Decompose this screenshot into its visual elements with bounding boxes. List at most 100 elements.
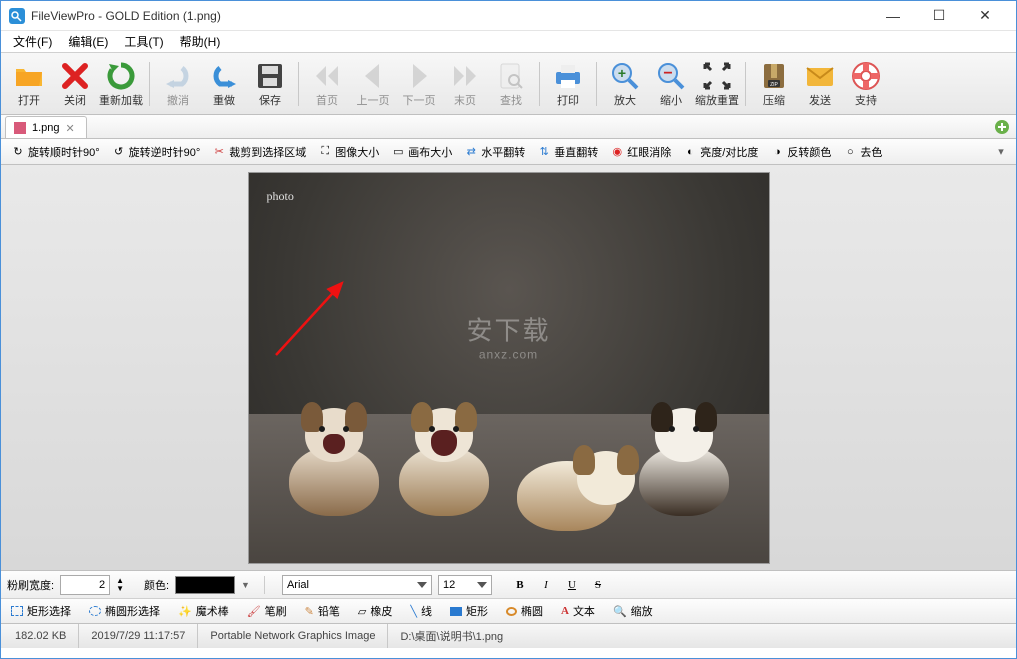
invert-icon: ◑ <box>770 145 784 159</box>
bold-button[interactable]: B <box>510 575 530 595</box>
ellipse-tool[interactable]: 椭圆 <box>502 601 547 621</box>
image-file-icon <box>14 122 26 134</box>
invert-label: 反转颜色 <box>787 144 831 160</box>
zoom-out-button[interactable]: − 缩小 <box>649 56 693 112</box>
rect-tool[interactable]: 矩形 <box>446 601 492 621</box>
open-label: 打开 <box>18 92 40 108</box>
color-picker[interactable] <box>175 576 235 594</box>
ellipse-icon <box>506 607 517 616</box>
file-tab[interactable]: 1.png ✕ <box>5 116 87 138</box>
first-page-button: 首页 <box>305 56 349 112</box>
close-file-button[interactable]: 关闭 <box>53 56 97 112</box>
zoom-tool[interactable]: 🔍 缩放 <box>609 601 657 621</box>
rotate-cw-button[interactable]: ↻旋转顺时针90° <box>7 142 104 162</box>
close-button[interactable]: ✕ <box>962 1 1008 31</box>
wand-tool[interactable]: ✨魔术棒 <box>174 601 233 621</box>
add-tab-button[interactable] <box>994 119 1010 135</box>
crop-button[interactable]: ✂裁剪到选择区域 <box>208 142 310 162</box>
support-button[interactable]: 支持 <box>844 56 888 112</box>
svg-text:ZIP: ZIP <box>770 82 778 88</box>
compress-button[interactable]: ZIP 压缩 <box>752 56 796 112</box>
prev-label: 上一页 <box>357 92 390 108</box>
menu-file[interactable]: 文件(F) <box>5 31 60 52</box>
separator <box>596 62 597 106</box>
flip-v-button[interactable]: ⇅垂直翻转 <box>533 142 602 162</box>
rotate-cw-label: 旋转顺时针90° <box>28 144 100 160</box>
desaturate-button[interactable]: ○去色 <box>839 142 886 162</box>
ellipse-label: 椭圆 <box>521 603 543 619</box>
zoom-in-button[interactable]: + 放大 <box>603 56 647 112</box>
line-tool[interactable]: ╲线 <box>406 601 436 621</box>
redeye-button[interactable]: ◉红眼消除 <box>606 142 675 162</box>
menu-edit[interactable]: 编辑(E) <box>60 31 116 52</box>
zoom-label: 缩放 <box>631 603 653 619</box>
brushwidth-input[interactable] <box>60 575 110 595</box>
flip-h-button[interactable]: ⇄水平翻转 <box>460 142 529 162</box>
open-button[interactable]: 打开 <box>7 56 51 112</box>
brush-tool[interactable]: 🖌笔刷 <box>243 601 291 621</box>
toolbar-overflow-button[interactable]: ▾ <box>992 145 1010 158</box>
rect-select-tool[interactable]: 矩形选择 <box>7 601 75 621</box>
send-button[interactable]: 发送 <box>798 56 842 112</box>
redo-label: 重做 <box>213 92 235 108</box>
tab-close-icon[interactable]: ✕ <box>66 122 78 134</box>
line-label: 线 <box>421 603 432 619</box>
watermark-main: 安下载 <box>466 316 550 346</box>
image-toolbar: ↻旋转顺时针90° ↺旋转逆时针90° ✂裁剪到选择区域 ⛶图像大小 ▭画布大小… <box>1 139 1016 165</box>
strike-button[interactable]: S <box>588 575 608 595</box>
invert-button[interactable]: ◑反转颜色 <box>766 142 835 162</box>
titlebar: FileViewPro - GOLD Edition (1.png) — ☐ ✕ <box>1 1 1016 31</box>
zoom-reset-button[interactable]: 缩放重置 <box>695 56 739 112</box>
lifebuoy-icon <box>850 60 882 92</box>
redo-button[interactable]: 重做 <box>202 56 246 112</box>
zoomout-label: 缩小 <box>660 92 682 108</box>
save-button[interactable]: 保存 <box>248 56 292 112</box>
flip-v-icon: ⇅ <box>537 145 551 159</box>
canvas-size-button[interactable]: ▭画布大小 <box>387 142 456 162</box>
separator <box>149 62 150 106</box>
brightness-label: 亮度/对比度 <box>700 144 758 160</box>
next-icon <box>403 60 435 92</box>
folder-open-icon <box>13 60 45 92</box>
rect-select-label: 矩形选择 <box>27 603 71 619</box>
find-button: 查找 <box>489 56 533 112</box>
status-filesize: 182.02 KB <box>11 624 79 648</box>
redeye-label: 红眼消除 <box>627 144 671 160</box>
fontsize-select[interactable]: 12 <box>438 575 492 595</box>
find-label: 查找 <box>500 92 522 108</box>
menu-help[interactable]: 帮助(H) <box>172 31 229 52</box>
underline-button[interactable]: U <box>562 575 582 595</box>
brightness-button[interactable]: ◐亮度/对比度 <box>679 142 762 162</box>
print-button[interactable]: 打印 <box>546 56 590 112</box>
rotate-ccw-button[interactable]: ↺旋转逆时针90° <box>108 142 205 162</box>
eraser-tool[interactable]: ▱橡皮 <box>354 601 396 621</box>
zoom-icon: 🔍 <box>613 605 627 618</box>
brushwidth-stepper[interactable]: ▲▼ <box>116 577 124 593</box>
canvas-area[interactable]: photo 安下载 anxz.com <box>1 165 1016 570</box>
italic-button[interactable]: I <box>536 575 556 595</box>
font-select[interactable]: Arial <box>282 575 432 595</box>
print-label: 打印 <box>557 92 579 108</box>
minimize-button[interactable]: — <box>870 1 916 31</box>
undo-button[interactable]: 撤消 <box>156 56 200 112</box>
zip-icon: ZIP <box>758 60 790 92</box>
pencil-tool[interactable]: ✎铅笔 <box>301 601 344 621</box>
color-dropdown[interactable]: ▼ <box>241 580 250 590</box>
rect-icon <box>450 607 462 616</box>
main-toolbar: 打开 关闭 重新加载 撤消 重做 保存 首页 上一页 下一页 末页 查找 <box>1 53 1016 115</box>
tabbar: 1.png ✕ <box>1 115 1016 139</box>
reload-button[interactable]: 重新加载 <box>99 56 143 112</box>
image-size-button[interactable]: ⛶图像大小 <box>314 142 383 162</box>
svg-text:−: − <box>663 65 672 82</box>
menu-tools[interactable]: 工具(T) <box>116 31 171 52</box>
last-label: 末页 <box>454 92 476 108</box>
maximize-button[interactable]: ☐ <box>916 1 962 31</box>
undo-label: 撤消 <box>167 92 189 108</box>
brightness-icon: ◐ <box>683 145 697 159</box>
line-icon: ╲ <box>410 605 417 618</box>
ellipse-select-tool[interactable]: 椭圆形选择 <box>85 601 164 621</box>
eraser-label: 橡皮 <box>370 603 392 619</box>
ellipse-select-icon <box>89 606 101 616</box>
image-content: photo 安下载 anxz.com <box>249 173 769 563</box>
text-tool[interactable]: A文本 <box>557 601 599 621</box>
